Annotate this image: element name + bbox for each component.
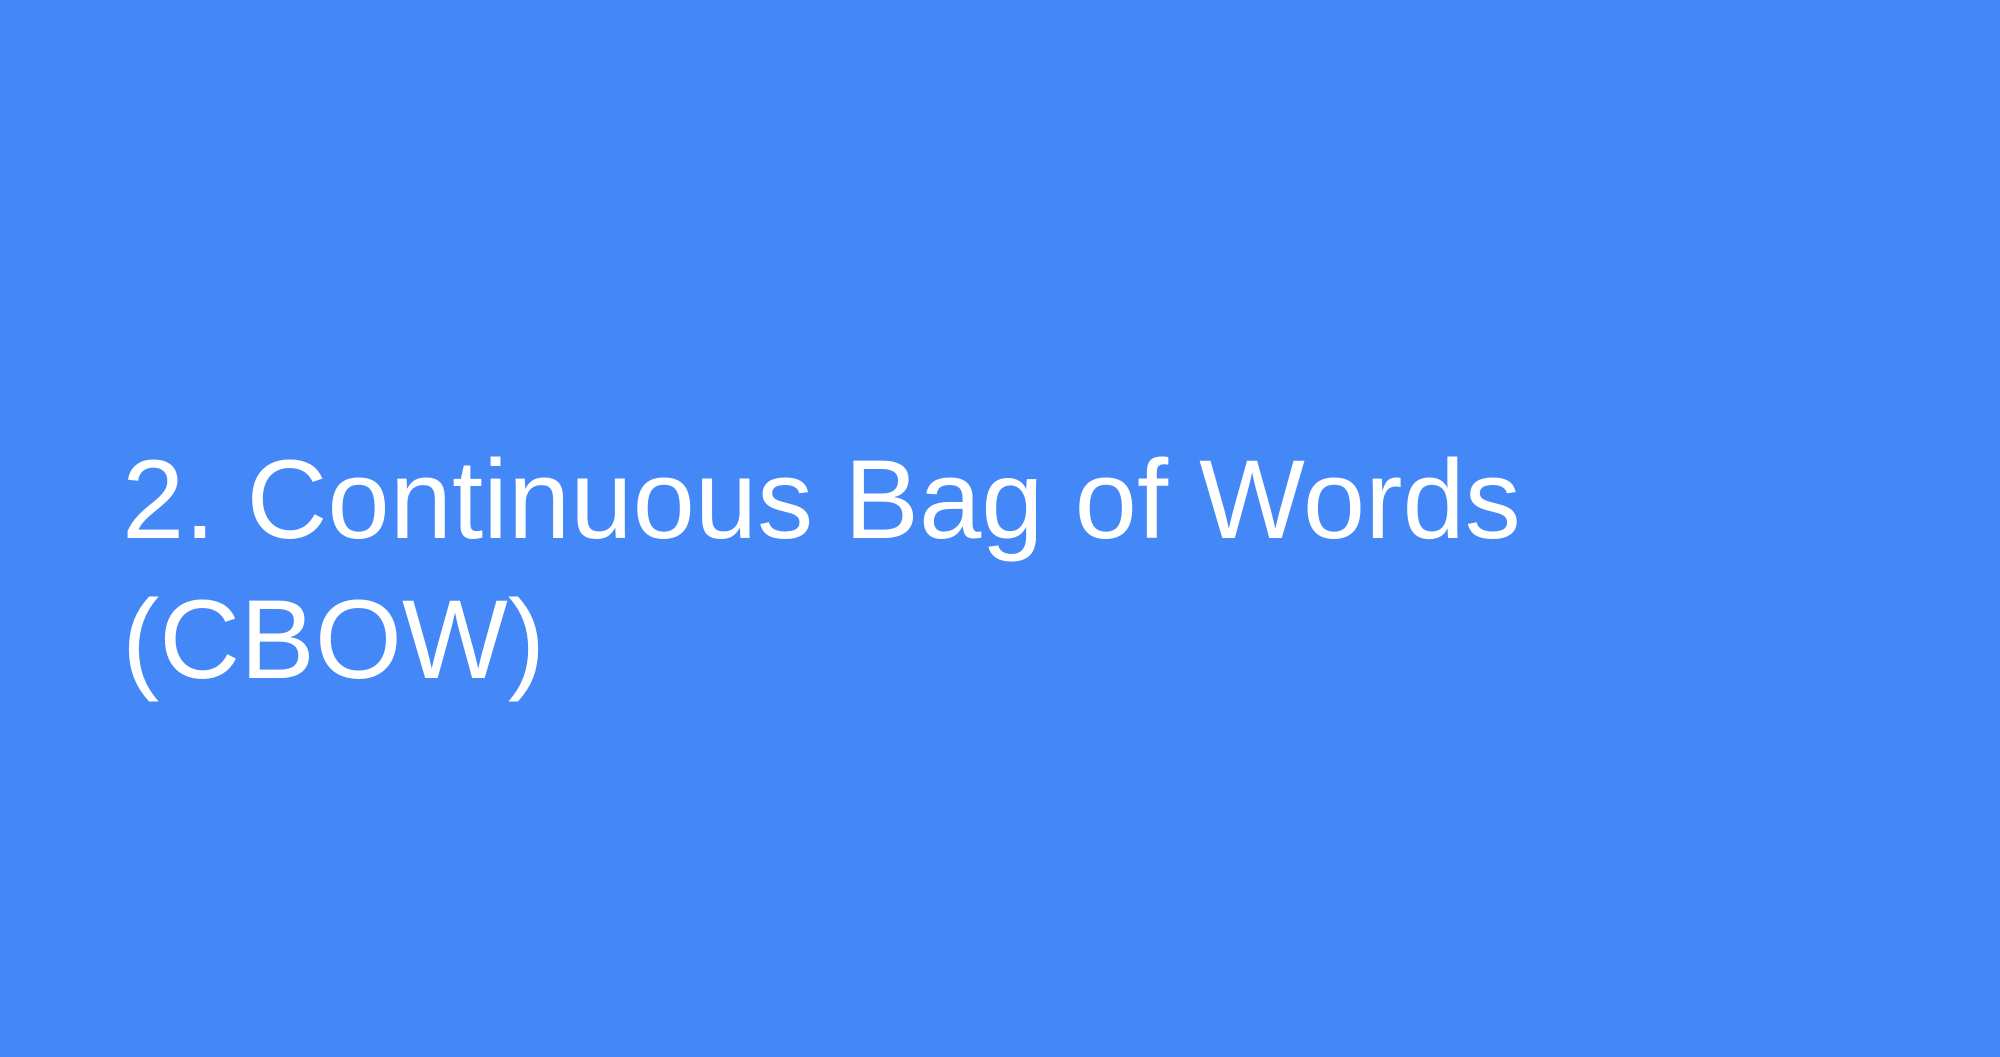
slide-canvas: 2. Continuous Bag of Words (CBOW)	[0, 0, 2000, 1057]
slide-title: 2. Continuous Bag of Words (CBOW)	[122, 430, 1822, 710]
slide-title-line-2: (CBOW)	[122, 577, 546, 702]
slide-title-line-1: 2. Continuous Bag of Words	[122, 437, 1521, 562]
